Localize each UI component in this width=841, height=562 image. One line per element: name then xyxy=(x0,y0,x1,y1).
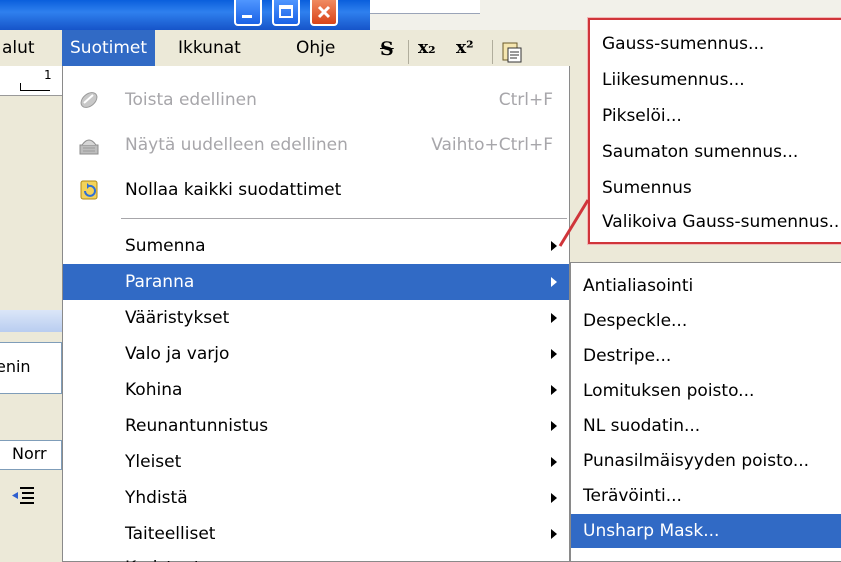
callout-pointer-line xyxy=(558,199,590,247)
